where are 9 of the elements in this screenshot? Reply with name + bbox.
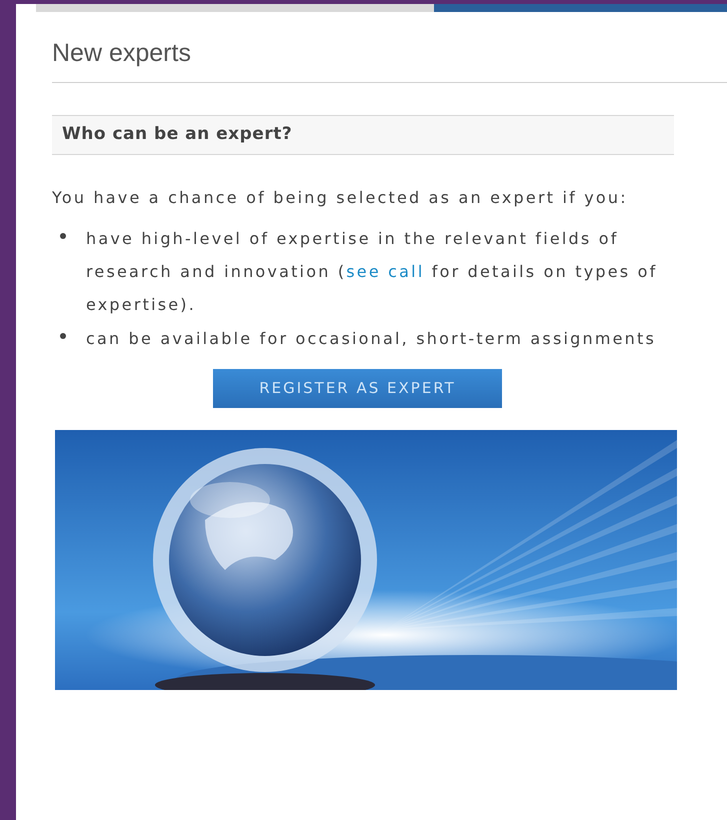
register-button[interactable]: REGISTER AS EXPERT <box>213 369 502 408</box>
intro-paragraph: You have a chance of being selected as an expert if you: <box>52 187 629 209</box>
section-heading: Who can be an expert? <box>62 123 292 146</box>
bullet-icon <box>60 333 66 339</box>
criterion-text: can be available for occasional, short-term assignments <box>86 328 657 350</box>
criterion-text: have high-level of expertise in the relevant fields of research and innovation (see call for details on types of expertise). <box>86 228 658 316</box>
bullet-icon <box>60 233 66 239</box>
see-call-link[interactable]: see call <box>346 262 424 281</box>
page-title: New experts <box>52 38 192 69</box>
